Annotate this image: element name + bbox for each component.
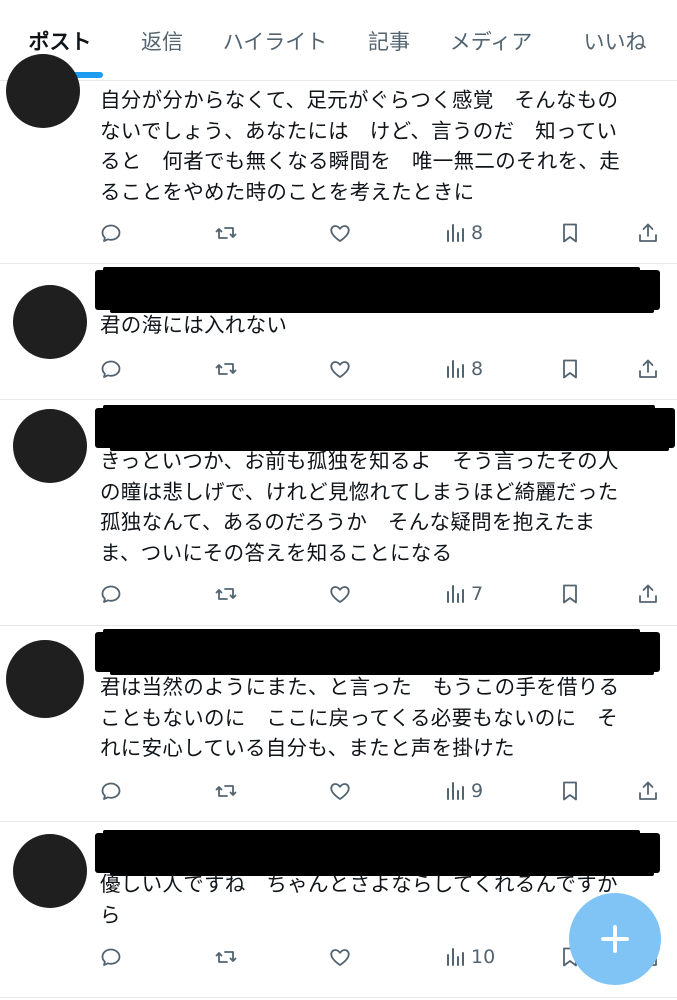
post[interactable]: 優しい人ですね ちゃんとさよならしてくれるんですか ら 10 (0, 821, 677, 997)
avatar[interactable] (6, 54, 80, 128)
avatar[interactable] (6, 640, 84, 718)
reply-icon (101, 224, 121, 242)
post-text: 君は当然のようにまた、と言った もうこの手を借りる こともないのに ここに戻って… (100, 675, 620, 760)
like-icon (330, 586, 350, 603)
post-text: 君の海には入れない (100, 313, 288, 337)
bookmark-button[interactable] (558, 579, 582, 609)
divider (0, 997, 677, 998)
views-button[interactable]: 9 (444, 776, 483, 806)
like-button[interactable] (328, 776, 352, 806)
reply-icon (101, 782, 121, 800)
repost-icon (215, 785, 237, 797)
post-text: 自分が分からなくて、足元がぐらつく感覚 そんなもの ないでしょう、あなたには け… (100, 88, 620, 204)
reply-button[interactable] (99, 942, 123, 972)
like-button[interactable] (328, 579, 352, 609)
views-button[interactable]: 8 (444, 354, 483, 384)
like-button[interactable] (328, 942, 352, 972)
reply-button[interactable] (99, 776, 123, 806)
post-actions: 9 (0, 776, 677, 806)
avatar[interactable] (13, 285, 87, 359)
views-icon (447, 585, 464, 603)
views-icon (447, 782, 464, 800)
post[interactable]: 君は当然のようにまた、と言った もうこの手を借りる こともないのに ここに戻って… (0, 625, 677, 822)
repost-icon (215, 951, 237, 963)
views-count: 10 (471, 946, 496, 968)
views-count: 8 (471, 222, 484, 244)
like-icon (330, 783, 350, 800)
post-actions: 7 (0, 579, 677, 609)
like-button[interactable] (328, 354, 352, 384)
bookmark-icon (563, 781, 577, 801)
repost-button[interactable] (214, 942, 238, 972)
redacted-name (95, 830, 660, 876)
like-icon (330, 949, 350, 966)
profile-tab-bar: ポスト 返信 ハイライト 記事 メディア いいね (0, 0, 677, 81)
share-icon (639, 223, 657, 242)
reply-icon (101, 360, 121, 378)
bookmark-button[interactable] (558, 218, 582, 248)
tab-highlights[interactable]: ハイライト (223, 26, 328, 56)
like-button[interactable] (328, 218, 352, 248)
repost-icon (215, 227, 237, 239)
views-count: 7 (471, 583, 484, 605)
repost-button[interactable] (214, 579, 238, 609)
views-button[interactable]: 8 (444, 218, 483, 248)
avatar[interactable] (13, 834, 87, 908)
views-icon (447, 360, 464, 378)
share-button[interactable] (636, 218, 660, 248)
post[interactable]: 自分が分からなくて、足元がぐらつく感覚 そんなもの ないでしょう、あなたには け… (0, 54, 677, 264)
bookmark-button[interactable] (558, 776, 582, 806)
bookmark-icon (563, 584, 577, 604)
bookmark-icon (563, 223, 577, 243)
post[interactable]: きっといつか、お前も孤独を知るよ そう言ったその人 の瞳は悲しげで、けれど見惚れ… (0, 399, 677, 626)
post-text: きっといつか、お前も孤独を知るよ そう言ったその人 の瞳は悲しげで、けれど見惚れ… (100, 449, 619, 565)
share-button[interactable] (636, 354, 660, 384)
views-icon (447, 224, 464, 242)
bookmark-icon (563, 359, 577, 379)
like-icon (330, 225, 350, 242)
share-button[interactable] (636, 776, 660, 806)
reply-icon (101, 948, 121, 966)
tab-likes[interactable]: いいね (584, 26, 647, 56)
reply-button[interactable] (99, 354, 123, 384)
share-button[interactable] (636, 579, 660, 609)
post-actions: 8 (0, 218, 677, 248)
repost-icon (215, 588, 237, 600)
views-count: 9 (471, 780, 484, 802)
views-button[interactable]: 10 (444, 942, 495, 972)
tab-articles[interactable]: 記事 (368, 26, 410, 56)
views-icon (447, 948, 464, 966)
tab-posts[interactable]: ポスト (29, 26, 92, 56)
redacted-name (95, 629, 660, 675)
views-button[interactable]: 7 (444, 579, 483, 609)
repost-button[interactable] (214, 218, 238, 248)
like-icon (330, 361, 350, 378)
compose-button[interactable] (569, 893, 661, 985)
reply-button[interactable] (99, 218, 123, 248)
share-icon (639, 781, 657, 800)
repost-button[interactable] (214, 354, 238, 384)
post[interactable]: 君の海には入れない 8 (0, 263, 677, 400)
views-count: 8 (471, 358, 484, 380)
bookmark-button[interactable] (558, 354, 582, 384)
reply-icon (101, 585, 121, 603)
repost-icon (215, 363, 237, 375)
compose-plus-icon (601, 925, 629, 953)
repost-button[interactable] (214, 776, 238, 806)
tab-replies[interactable]: 返信 (141, 26, 183, 56)
redacted-name (95, 405, 675, 451)
reply-button[interactable] (99, 579, 123, 609)
tab-media[interactable]: メディア (450, 26, 533, 56)
redacted-name (95, 267, 660, 313)
share-icon (639, 359, 657, 378)
share-icon (639, 584, 657, 603)
post-actions: 8 (0, 354, 677, 384)
avatar[interactable] (13, 409, 87, 483)
